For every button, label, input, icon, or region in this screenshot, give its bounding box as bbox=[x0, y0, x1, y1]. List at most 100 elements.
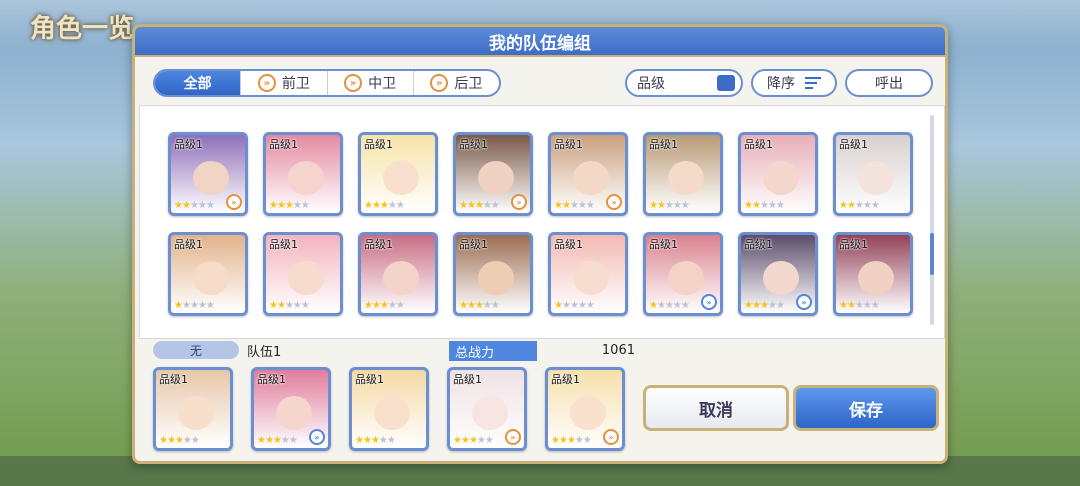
star-icon: ★ bbox=[292, 200, 302, 211]
star-icon: ★ bbox=[190, 435, 200, 446]
character-portrait bbox=[668, 161, 704, 195]
star-icon: ★ bbox=[664, 200, 674, 211]
star-icon: ★ bbox=[272, 435, 282, 446]
star-rating: ★★★★★ bbox=[744, 300, 785, 311]
character-card[interactable]: 品级1 ★★★★★ bbox=[548, 232, 628, 316]
character-portrait bbox=[178, 396, 214, 430]
character-card[interactable]: 品级1 ★★★★★ bbox=[453, 232, 533, 316]
star-rating: ★★★★★ bbox=[649, 200, 690, 211]
cancel-button[interactable]: 取消 bbox=[643, 385, 789, 431]
star-icon: ★ bbox=[300, 300, 310, 311]
star-icon: ★ bbox=[181, 300, 191, 311]
character-card[interactable]: 品级1 ★★★★★ bbox=[168, 232, 248, 316]
character-card[interactable]: 品级1 ★★★★★ bbox=[738, 132, 818, 216]
character-card[interactable]: 品级1 ★★★★★» bbox=[548, 132, 628, 216]
star-icon: ★ bbox=[460, 435, 470, 446]
star-icon: ★ bbox=[574, 435, 584, 446]
star-icon: ★ bbox=[767, 300, 777, 311]
star-icon: ★ bbox=[364, 200, 373, 211]
character-card[interactable]: 品级1 ★★★★★ bbox=[833, 132, 913, 216]
star-icon: ★ bbox=[839, 200, 848, 211]
star-icon: ★ bbox=[197, 300, 207, 311]
character-card[interactable]: 品级1 ★★★★★ bbox=[643, 132, 723, 216]
star-icon: ★ bbox=[862, 200, 872, 211]
sort-field-select[interactable]: 品级 bbox=[625, 69, 743, 97]
character-card[interactable]: 品级1 ★★★★★» bbox=[738, 232, 818, 316]
team-member-card[interactable]: 品级1 ★★★★★» bbox=[447, 367, 527, 451]
character-level-label: 品级1 bbox=[453, 373, 482, 386]
character-card[interactable]: 品级1 ★★★★★ bbox=[833, 232, 913, 316]
star-icon: ★ bbox=[468, 435, 478, 446]
character-level-label: 品级1 bbox=[174, 138, 203, 151]
team-member-card[interactable]: 品级1 ★★★★★» bbox=[251, 367, 331, 451]
character-level-label: 品级1 bbox=[269, 138, 298, 151]
character-card[interactable]: 品级1 ★★★★★ bbox=[358, 232, 438, 316]
character-card[interactable]: 品级1 ★★★★★» bbox=[168, 132, 248, 216]
character-level-label: 品级1 bbox=[174, 238, 203, 251]
star-rating: ★★★★★ bbox=[174, 200, 215, 211]
star-icon: ★ bbox=[490, 200, 500, 211]
rank-up-icon: » bbox=[505, 429, 521, 445]
star-icon: ★ bbox=[862, 300, 872, 311]
star-icon: ★ bbox=[362, 435, 372, 446]
star-icon: ★ bbox=[585, 200, 595, 211]
star-rating: ★★★★★ bbox=[355, 435, 396, 446]
grid-scrollbar-thumb[interactable] bbox=[930, 233, 934, 275]
star-icon: ★ bbox=[459, 300, 468, 311]
star-rating: ★★★★★ bbox=[159, 435, 200, 446]
star-icon: ★ bbox=[182, 435, 192, 446]
star-icon: ★ bbox=[174, 435, 184, 446]
team-member-card[interactable]: 品级1 ★★★★★» bbox=[545, 367, 625, 451]
team-member-card[interactable]: 品级1 ★★★★★ bbox=[153, 367, 233, 451]
star-rating: ★★★★★ bbox=[649, 300, 690, 311]
call-out-label: 呼出 bbox=[875, 76, 903, 92]
grid-scrollbar[interactable] bbox=[930, 115, 934, 325]
tab-1[interactable]: » 前卫 bbox=[241, 71, 328, 95]
star-icon: ★ bbox=[205, 200, 215, 211]
character-level-label: 品级1 bbox=[839, 138, 868, 151]
character-card[interactable]: 品级1 ★★★★★ bbox=[358, 132, 438, 216]
character-level-label: 品级1 bbox=[551, 373, 580, 386]
character-card[interactable]: 品级1 ★★★★★» bbox=[643, 232, 723, 316]
star-icon: ★ bbox=[476, 435, 486, 446]
character-portrait bbox=[858, 161, 894, 195]
sort-order-button[interactable]: 降序 bbox=[751, 69, 837, 97]
sort-order-label: 降序 bbox=[767, 76, 795, 92]
star-icon: ★ bbox=[300, 200, 310, 211]
star-icon: ★ bbox=[672, 300, 682, 311]
tab-2[interactable]: » 中卫 bbox=[328, 71, 414, 95]
star-icon: ★ bbox=[759, 300, 769, 311]
star-icon: ★ bbox=[664, 300, 674, 311]
team-member-card[interactable]: 品级1 ★★★★★ bbox=[349, 367, 429, 451]
character-card[interactable]: 品级1 ★★★★★» bbox=[453, 132, 533, 216]
star-icon: ★ bbox=[577, 200, 587, 211]
character-card[interactable]: 品级1 ★★★★★ bbox=[263, 132, 343, 216]
character-level-label: 品级1 bbox=[364, 138, 393, 151]
star-icon: ★ bbox=[577, 300, 587, 311]
star-icon: ★ bbox=[370, 435, 380, 446]
save-button[interactable]: 保存 bbox=[793, 385, 939, 431]
star-icon: ★ bbox=[680, 300, 690, 311]
character-card[interactable]: 品级1 ★★★★★ bbox=[263, 232, 343, 316]
tab-0[interactable]: 全部 bbox=[155, 71, 242, 95]
star-icon: ★ bbox=[474, 300, 484, 311]
star-icon: ★ bbox=[569, 200, 579, 211]
character-level-label: 品级1 bbox=[744, 138, 773, 151]
sort-toggle-icon bbox=[717, 75, 735, 91]
total-power-label: 总战力 bbox=[449, 341, 537, 361]
star-icon: ★ bbox=[181, 200, 191, 211]
rank-up-icon: » bbox=[309, 429, 325, 445]
star-icon: ★ bbox=[474, 200, 484, 211]
star-icon: ★ bbox=[276, 300, 286, 311]
tab-label: 前卫 bbox=[281, 76, 310, 92]
dialog-title: 我的队伍编组 bbox=[135, 27, 945, 57]
star-icon: ★ bbox=[386, 435, 396, 446]
star-icon: ★ bbox=[846, 200, 856, 211]
character-portrait bbox=[858, 261, 894, 295]
star-icon: ★ bbox=[561, 200, 571, 211]
tab-3[interactable]: » 后卫 bbox=[414, 71, 499, 95]
rank-up-icon: » bbox=[606, 194, 622, 210]
total-power-value: 1061 bbox=[601, 343, 635, 358]
star-icon: ★ bbox=[379, 300, 389, 311]
call-out-button[interactable]: 呼出 bbox=[845, 69, 933, 97]
